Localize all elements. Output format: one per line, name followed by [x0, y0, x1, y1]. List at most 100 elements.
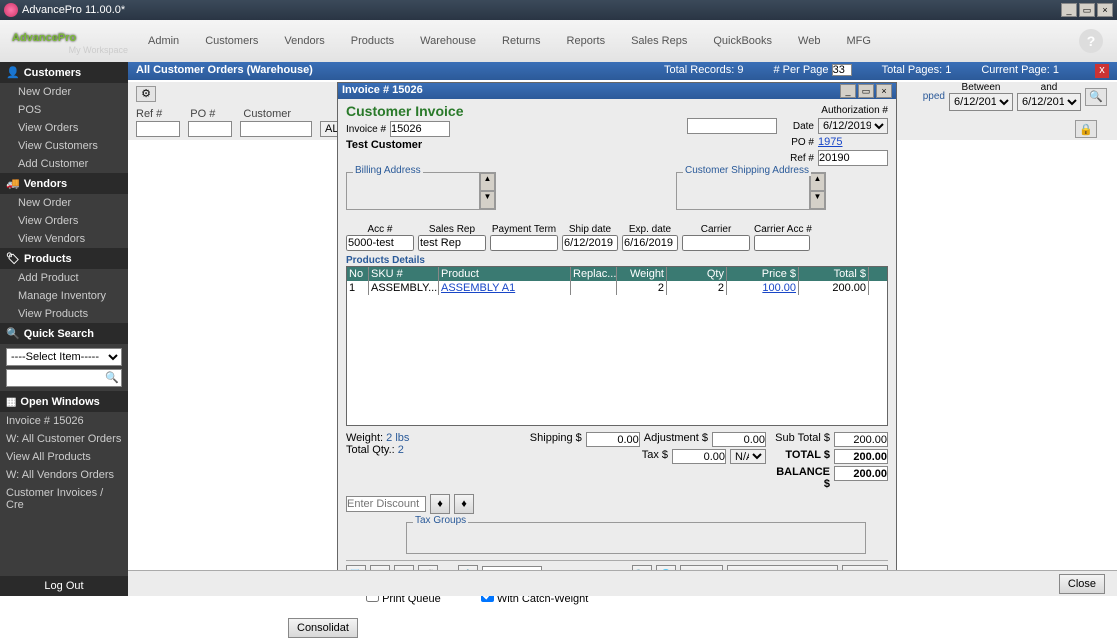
shipping-textarea[interactable]	[677, 173, 809, 209]
menu-returns[interactable]: Returns	[502, 35, 541, 47]
openwin-invoice[interactable]: Invoice # 15026	[0, 412, 128, 430]
app-icon	[4, 3, 18, 17]
nav-view-customers[interactable]: View Customers	[0, 137, 128, 155]
quicksearch-select[interactable]: ----Select Item-----	[6, 348, 122, 366]
page-title: All Customer Orders (Warehouse)	[136, 64, 313, 78]
menu-products[interactable]: Products	[351, 35, 394, 47]
menu-mfg[interactable]: MFG	[846, 35, 870, 47]
app-title: AdvancePro 11.00.0*	[22, 4, 125, 16]
rep-input[interactable]	[418, 235, 486, 251]
menu-salesreps[interactable]: Sales Reps	[631, 35, 687, 47]
minimize-icon[interactable]: _	[1061, 3, 1077, 17]
ref-input[interactable]	[818, 150, 888, 166]
openwin-vendorders[interactable]: W: All Vendors Orders	[0, 466, 128, 484]
date-go-button[interactable]: 🔍	[1085, 88, 1107, 106]
nav-products-header[interactable]: 🏷 Products	[0, 248, 128, 269]
discount-down-icon[interactable]: ♦	[430, 494, 450, 514]
close-icon[interactable]: ×	[1097, 3, 1113, 17]
app-titlebar: AdvancePro 11.00.0* _ ▭ ×	[0, 0, 1117, 20]
discount-input[interactable]	[346, 496, 426, 512]
dlg-close-icon[interactable]: ×	[876, 84, 892, 98]
close-page-icon[interactable]: x	[1095, 64, 1109, 78]
logo: AdvancePro My Workspace	[0, 28, 128, 55]
shipping-input[interactable]	[586, 432, 640, 447]
filter-ref-input[interactable]	[136, 121, 180, 137]
billing-address: Billing Address▲▼	[346, 172, 496, 210]
main-menu: Admin Customers Vendors Products Warehou…	[128, 35, 871, 47]
customer-name: Test Customer	[346, 139, 687, 151]
tax-input[interactable]	[672, 449, 726, 464]
date-to[interactable]: 6/12/2019	[1017, 93, 1081, 111]
openwin-custorders[interactable]: W: All Customer Orders	[0, 430, 128, 448]
menu-admin[interactable]: Admin	[148, 35, 179, 47]
po-link[interactable]: 1975	[818, 136, 888, 148]
filter-po-input[interactable]	[188, 121, 232, 137]
help-icon[interactable]: ?	[1079, 29, 1103, 53]
acc-input[interactable]	[346, 235, 414, 251]
price-link[interactable]: 100.00	[727, 281, 799, 295]
dlg-min-icon[interactable]: _	[840, 84, 856, 98]
date-from[interactable]: 6/12/2019	[949, 93, 1013, 111]
nav-vendors-header[interactable]: 🚚 Vendors	[0, 173, 128, 194]
payterm-input[interactable]	[490, 235, 558, 251]
scroll-up-icon[interactable]: ▲	[810, 173, 825, 191]
products-title: Products Details	[346, 255, 888, 266]
top-band: AdvancePro My Workspace Admin Customers …	[0, 20, 1117, 62]
table-row[interactable]: 1 ASSEMBLY... ASSEMBLY A1 2 2 100.00 200…	[347, 281, 887, 295]
scroll-up-icon[interactable]: ▲	[480, 173, 495, 191]
menu-customers[interactable]: Customers	[205, 35, 258, 47]
nav-new-order[interactable]: New Order	[0, 83, 128, 101]
nav-v-view-orders[interactable]: View Orders	[0, 212, 128, 230]
invoice-number-input[interactable]	[390, 121, 450, 137]
footer-close-button[interactable]: Close	[1059, 574, 1105, 594]
consolidate-button[interactable]: Consolidat	[288, 618, 358, 638]
date-select[interactable]: 6/12/2019	[818, 118, 888, 134]
menu-warehouse[interactable]: Warehouse	[420, 35, 476, 47]
tax-na-select[interactable]: N/A	[730, 449, 766, 464]
openwin-products[interactable]: View All Products	[0, 448, 128, 466]
shipdate-input[interactable]	[562, 235, 618, 251]
billing-textarea[interactable]	[347, 173, 479, 209]
nav-manage-inventory[interactable]: Manage Inventory	[0, 287, 128, 305]
menu-quickbooks[interactable]: QuickBooks	[713, 35, 772, 47]
nav-openwin-header: ▦ Open Windows	[0, 391, 128, 412]
balance-display	[834, 466, 888, 481]
page-header: All Customer Orders (Warehouse) Total Re…	[128, 62, 1117, 80]
search-icon[interactable]: 🔍	[105, 371, 119, 384]
nav-v-view-vendors[interactable]: View Vendors	[0, 230, 128, 248]
scroll-down-icon[interactable]: ▼	[480, 191, 495, 209]
nav-customers-header[interactable]: 👤 Customers	[0, 62, 128, 83]
gear-icon[interactable]: ⚙	[136, 86, 156, 102]
nav-add-customer[interactable]: Add Customer	[0, 155, 128, 173]
carrier-acc-input[interactable]	[754, 235, 810, 251]
footer: Close	[128, 570, 1117, 596]
discount-up-icon[interactable]: ♦	[454, 494, 474, 514]
nav-v-new-order[interactable]: New Order	[0, 194, 128, 212]
openwin-custinv[interactable]: Customer Invoices / Cre	[0, 484, 128, 514]
dlg-max-icon[interactable]: ▭	[858, 84, 874, 98]
menu-web[interactable]: Web	[798, 35, 820, 47]
nav-add-product[interactable]: Add Product	[0, 269, 128, 287]
nav-pos[interactable]: POS	[0, 101, 128, 119]
invoice-heading: Customer Invoice	[346, 103, 687, 119]
shipping-address: Customer Shipping Address▲▼	[676, 172, 826, 210]
lock-button[interactable]: 🔒	[1075, 120, 1097, 138]
scroll-down-icon[interactable]: ▼	[810, 191, 825, 209]
menu-reports[interactable]: Reports	[567, 35, 606, 47]
nav-quicksearch-header: 🔍 Quick Search	[0, 323, 128, 344]
nav-view-orders[interactable]: View Orders	[0, 119, 128, 137]
expdate-input[interactable]	[622, 235, 678, 251]
carrier-input[interactable]	[682, 235, 750, 251]
subtotal-display	[834, 432, 888, 447]
restore-icon[interactable]: ▭	[1079, 3, 1095, 17]
nav-view-products[interactable]: View Products	[0, 305, 128, 323]
menu-vendors[interactable]: Vendors	[284, 35, 324, 47]
dialog-titlebar: Invoice # 15026 _▭×	[338, 83, 896, 99]
adj-input[interactable]	[712, 432, 766, 447]
total-display	[834, 449, 888, 464]
auth-input[interactable]	[687, 118, 777, 134]
product-link[interactable]: ASSEMBLY A1	[439, 281, 571, 295]
logout-button[interactable]: Log Out	[0, 576, 128, 596]
perpage-input[interactable]	[832, 64, 852, 76]
filter-customer-input[interactable]	[240, 121, 312, 137]
